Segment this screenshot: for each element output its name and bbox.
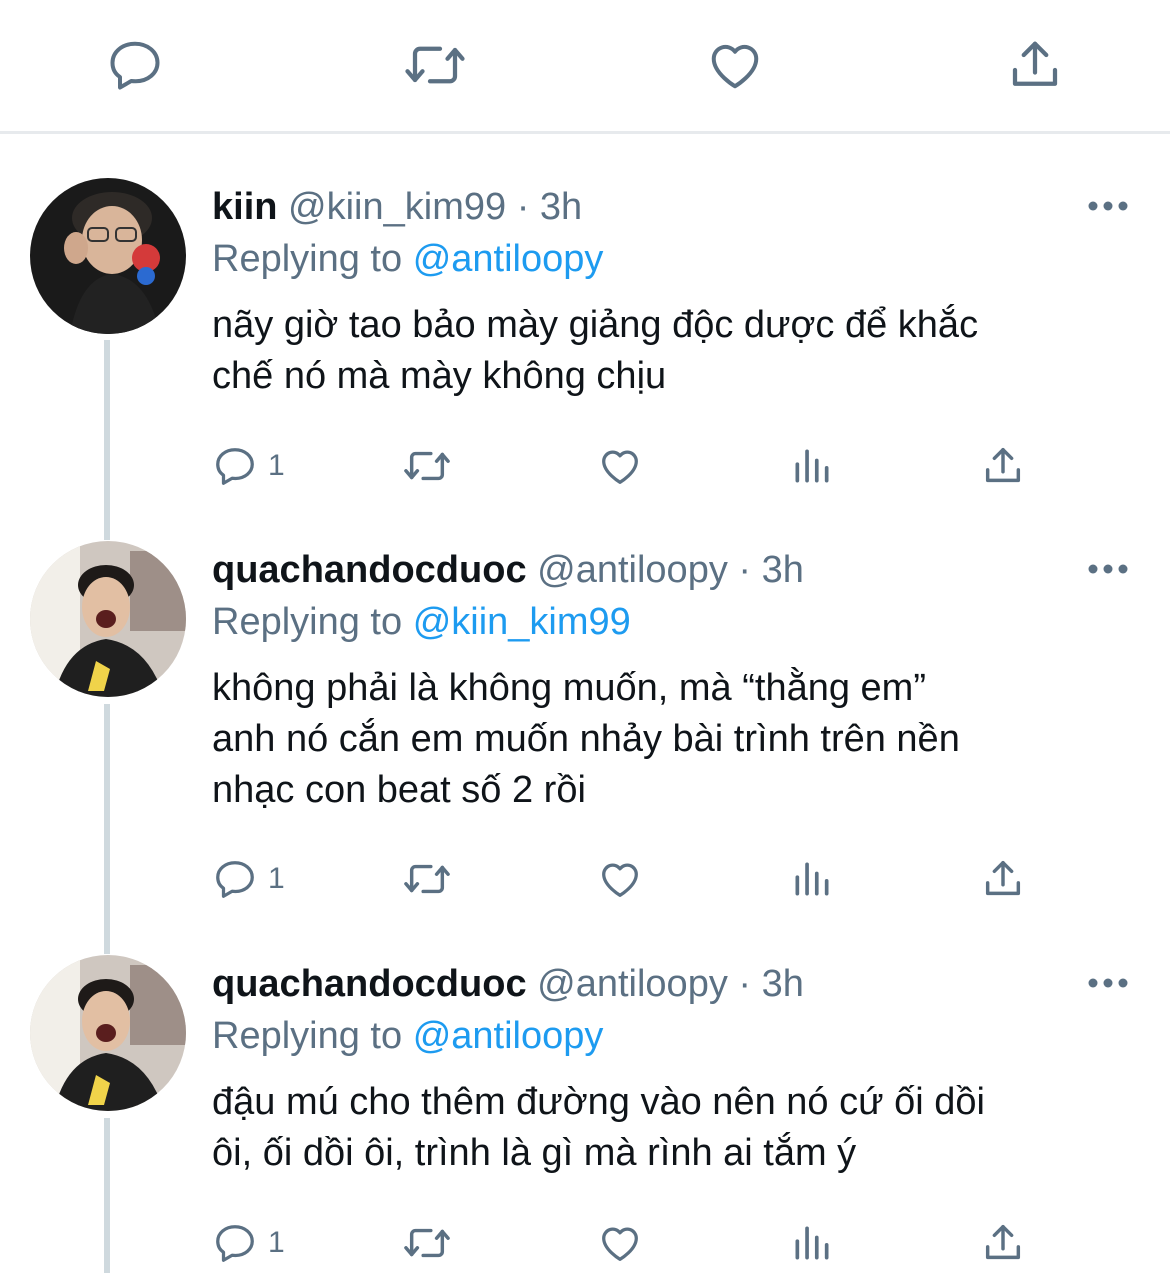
- tweet-text-line: không phải là không muốn, mà “thằng em”: [212, 667, 926, 709]
- tweet-text: không phải là không muốn, mà “thằng em” …: [212, 663, 1132, 816]
- avatar[interactable]: [30, 178, 186, 334]
- share-icon: [985, 860, 1021, 896]
- more-options-icon[interactable]: [1086, 973, 1130, 993]
- retweet-icon: [404, 1228, 450, 1258]
- share-button[interactable]: [980, 849, 1026, 909]
- share-button[interactable]: [980, 1213, 1026, 1273]
- tweet-text: đậu mú cho thêm đường vào nên nó cứ ối d…: [212, 1077, 1132, 1179]
- tweet[interactable]: quachandocduoc @antiloopy · 3h Replying …: [0, 541, 1170, 941]
- tweet-text-line: đậu mú cho thêm đường vào nên nó cứ ối d…: [212, 1081, 985, 1123]
- tweet-text-line: ôi, ối dồi ôi, trình là gì mà rình ai tắ…: [212, 1132, 857, 1174]
- tweet[interactable]: kiin @kiin_kim99 · 3h Replying to @antil…: [0, 178, 1170, 518]
- timestamp[interactable]: 3h: [762, 549, 804, 591]
- heart-icon: [602, 863, 638, 897]
- tweet-header: kiin @kiin_kim99 · 3h: [212, 184, 582, 230]
- retweet-button[interactable]: [398, 849, 456, 909]
- replying-to-label: Replying to: [212, 238, 403, 280]
- heart-icon: [602, 1227, 638, 1261]
- tweet-header: quachandocduoc @antiloopy · 3h: [212, 547, 804, 593]
- tweet-actions: 1: [212, 1213, 1112, 1273]
- replying-to-label: Replying to: [212, 1015, 403, 1057]
- tweet-header: quachandocduoc @antiloopy · 3h: [212, 961, 804, 1007]
- heart-icon[interactable]: [700, 30, 770, 100]
- tweet-text-line: chế nó mà mày không chịu: [212, 355, 667, 397]
- share-button[interactable]: [980, 436, 1026, 496]
- reply-icon: [216, 861, 254, 898]
- analytics-button[interactable]: [790, 1213, 834, 1273]
- tweet-text-line: anh nó cắn em muốn nhảy bài trình trên n…: [212, 718, 960, 760]
- timestamp[interactable]: 3h: [540, 186, 582, 228]
- top-action-bar: [0, 0, 1170, 134]
- like-button[interactable]: [596, 436, 644, 496]
- share-icon: [985, 1224, 1021, 1260]
- display-name[interactable]: quachandocduoc: [212, 549, 527, 591]
- retweet-icon: [404, 864, 450, 894]
- user-handle[interactable]: @antiloopy: [537, 549, 728, 591]
- like-button[interactable]: [596, 1213, 644, 1273]
- separator: ·: [516, 186, 530, 228]
- retweet-icon[interactable]: [400, 30, 470, 100]
- replying-to: Replying to @kiin_kim99: [212, 599, 631, 645]
- more-options-icon[interactable]: [1086, 196, 1130, 216]
- replying-to-handle[interactable]: @antiloopy: [413, 1015, 604, 1057]
- tweet-actions: 1: [212, 849, 1112, 909]
- reply-count: 1: [268, 449, 285, 482]
- display-name[interactable]: kiin: [212, 186, 277, 228]
- tweet-actions: 1: [212, 436, 1112, 496]
- replying-to-handle[interactable]: @antiloopy: [413, 238, 604, 280]
- retweet-icon: [404, 451, 450, 481]
- user-handle[interactable]: @antiloopy: [537, 963, 728, 1005]
- reply-button[interactable]: 1: [212, 436, 285, 496]
- reply-count: 1: [268, 862, 285, 895]
- replying-to: Replying to @antiloopy: [212, 236, 603, 282]
- reply-icon[interactable]: [100, 30, 170, 100]
- reply-button[interactable]: 1: [212, 1213, 285, 1273]
- avatar[interactable]: [30, 955, 186, 1111]
- replying-to: Replying to @antiloopy: [212, 1013, 603, 1059]
- tweet-text: nãy giờ tao bảo mày giảng độc dược để kh…: [212, 300, 1132, 402]
- analytics-button[interactable]: [790, 849, 834, 909]
- reply-icon: [216, 1225, 254, 1262]
- tweet-text-line: nhạc con beat số 2 rồi: [212, 769, 586, 811]
- replying-to-handle[interactable]: @kiin_kim99: [413, 601, 631, 643]
- reply-button[interactable]: 1: [212, 849, 285, 909]
- analytics-icon: [795, 862, 829, 896]
- share-icon: [985, 447, 1021, 483]
- analytics-icon: [795, 449, 829, 483]
- like-button[interactable]: [596, 849, 644, 909]
- display-name[interactable]: quachandocduoc: [212, 963, 527, 1005]
- reply-icon: [216, 448, 254, 485]
- avatar[interactable]: [30, 541, 186, 697]
- separator: ·: [738, 963, 752, 1005]
- tweet[interactable]: quachandocduoc @antiloopy · 3h Replying …: [0, 955, 1170, 1273]
- retweet-button[interactable]: [398, 1213, 456, 1273]
- analytics-button[interactable]: [790, 436, 834, 496]
- user-handle[interactable]: @kiin_kim99: [288, 186, 506, 228]
- timestamp[interactable]: 3h: [762, 963, 804, 1005]
- heart-icon: [602, 450, 638, 484]
- separator: ·: [738, 549, 752, 591]
- replying-to-label: Replying to: [212, 601, 403, 643]
- retweet-button[interactable]: [398, 436, 456, 496]
- more-options-icon[interactable]: [1086, 559, 1130, 579]
- tweet-text-line: nãy giờ tao bảo mày giảng độc dược để kh…: [212, 304, 979, 346]
- reply-count: 1: [268, 1226, 285, 1259]
- analytics-icon: [795, 1226, 829, 1260]
- share-icon[interactable]: [1000, 30, 1070, 100]
